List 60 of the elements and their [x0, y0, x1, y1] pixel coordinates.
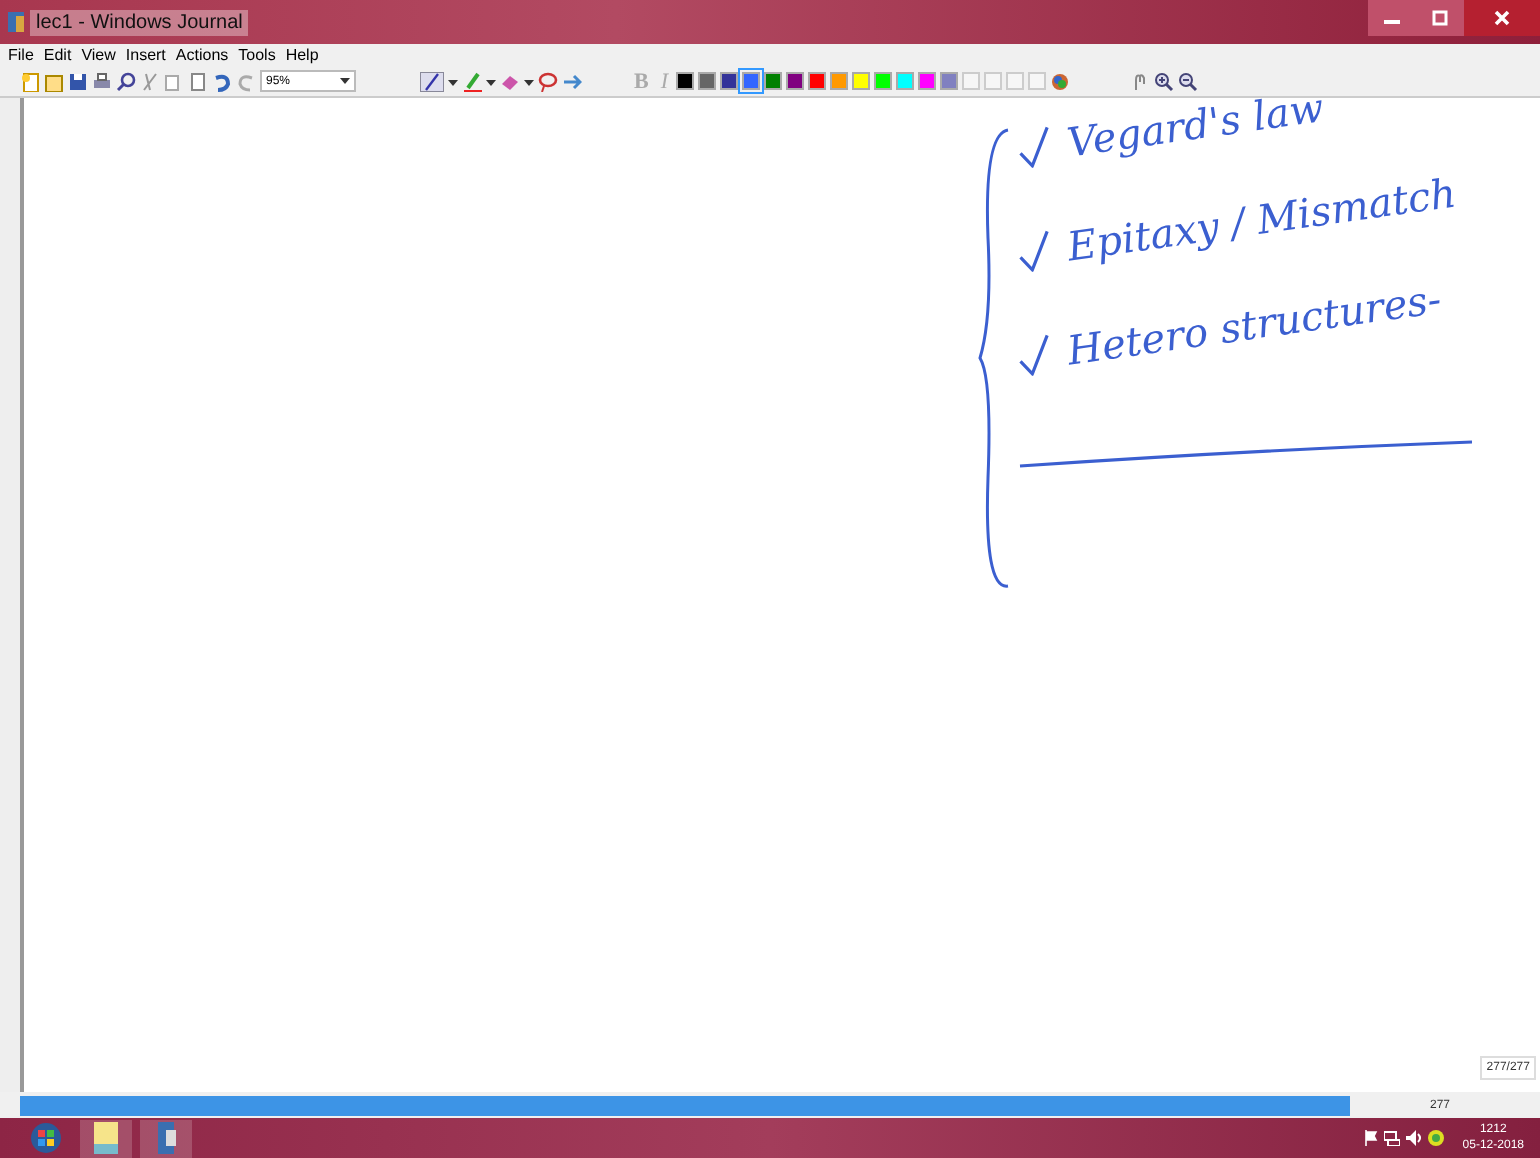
page-scroll-bar[interactable]	[20, 1095, 1350, 1115]
highlighter-icon	[462, 71, 482, 91]
close-button[interactable]	[1464, 0, 1540, 36]
window-title: lec1 - Windows Journal	[30, 9, 249, 35]
speaker-icon	[1406, 1130, 1423, 1146]
undo-icon	[212, 71, 232, 91]
menu-item[interactable]: Insert	[125, 44, 166, 66]
caret-icon	[340, 78, 350, 84]
open-icon	[44, 71, 64, 91]
pen-icon	[420, 71, 444, 91]
paste-icon	[188, 71, 208, 91]
menu-item[interactable]: Actions	[175, 44, 229, 66]
search-icon	[116, 71, 136, 91]
journal-app-icon	[8, 12, 24, 32]
color-swatch[interactable]	[940, 72, 959, 90]
eraser-icon	[500, 71, 520, 91]
color-swatch[interactable]	[852, 72, 871, 90]
handwritten-note: Hetero structures-	[1064, 274, 1444, 375]
menu-item[interactable]: File	[8, 44, 34, 66]
handwritten-note: Vegard's law	[1064, 83, 1327, 167]
zoom-out-icon	[1178, 71, 1199, 91]
notepad-icon	[94, 1122, 118, 1154]
new-page-icon	[20, 71, 40, 91]
network-icon	[1384, 1130, 1401, 1146]
insert-space-icon	[562, 71, 582, 91]
color-swatch[interactable]	[918, 72, 937, 90]
tray-app-icon	[1428, 1130, 1445, 1146]
print-icon	[92, 71, 112, 91]
menu-item[interactable]: Help	[285, 44, 319, 66]
color-swatch[interactable]	[742, 72, 761, 90]
menu-item[interactable]: Tools	[238, 44, 276, 66]
color-swatch[interactable]	[896, 72, 915, 90]
handwritten-note: Epitaxy / Mismatch	[1064, 168, 1459, 271]
save-icon	[68, 71, 88, 91]
windows-logo-icon	[30, 1122, 62, 1154]
cut-icon	[140, 71, 160, 91]
color-swatch[interactable]	[676, 72, 695, 90]
color-swatch[interactable]	[808, 72, 827, 90]
zoom-in-icon	[1154, 71, 1175, 91]
menu-item[interactable]: View	[81, 44, 116, 66]
color-swatch[interactable]	[830, 72, 849, 90]
color-swatch[interactable]	[786, 72, 805, 90]
copy-icon	[164, 71, 184, 91]
color-swatch[interactable]	[698, 72, 717, 90]
hand-icon	[1130, 71, 1151, 91]
color-swatch[interactable]	[720, 72, 739, 90]
restore-icon	[1432, 10, 1448, 26]
color-picker-icon	[1050, 71, 1071, 91]
maximize-button[interactable]	[1416, 0, 1464, 36]
flag-icon	[1364, 1130, 1379, 1146]
color-swatch[interactable]	[764, 72, 783, 90]
lasso-icon	[538, 71, 558, 91]
taskbar-app-button[interactable]	[80, 1119, 132, 1157]
menu-item[interactable]: Edit	[43, 44, 72, 66]
redo-icon	[236, 71, 256, 91]
minimize-button[interactable]	[1368, 0, 1416, 36]
journal-app-icon	[154, 1122, 178, 1154]
color-swatch[interactable]	[874, 72, 893, 90]
close-icon	[1494, 10, 1510, 26]
taskbar-app-button[interactable]	[140, 1119, 192, 1157]
